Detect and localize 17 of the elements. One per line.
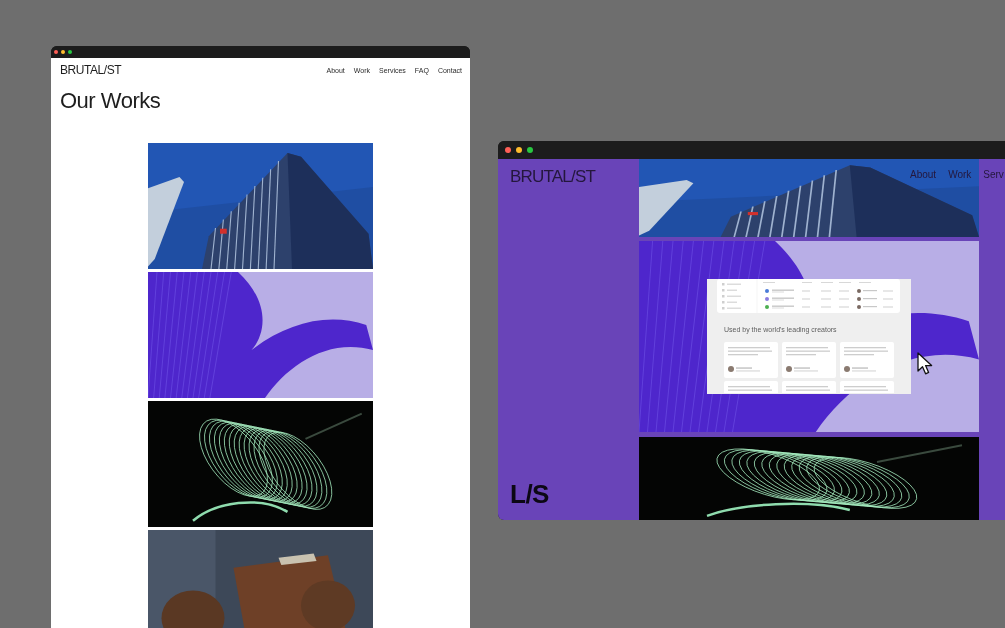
testimonial-card (782, 381, 836, 393)
window-close-icon[interactable] (54, 50, 58, 54)
window-maximize-icon[interactable] (527, 147, 533, 153)
brand-name: BRUTAL/ST (510, 167, 596, 187)
cursor-icon (917, 352, 933, 375)
window-minimize-icon[interactable] (516, 147, 522, 153)
testimonial-card (840, 381, 894, 393)
brand-name: BRUTAL/ST (60, 63, 122, 77)
window-close-icon[interactable] (505, 147, 511, 153)
testimonial-card (782, 342, 836, 378)
window-minimize-icon[interactable] (61, 50, 65, 54)
window-maximize-icon[interactable] (68, 50, 72, 54)
page-heading: Our Works (60, 88, 161, 114)
testimonial-card (724, 381, 778, 393)
testimonial-card (724, 342, 778, 378)
testimonial-card (840, 342, 894, 378)
brand-monogram: L/S (510, 480, 549, 508)
